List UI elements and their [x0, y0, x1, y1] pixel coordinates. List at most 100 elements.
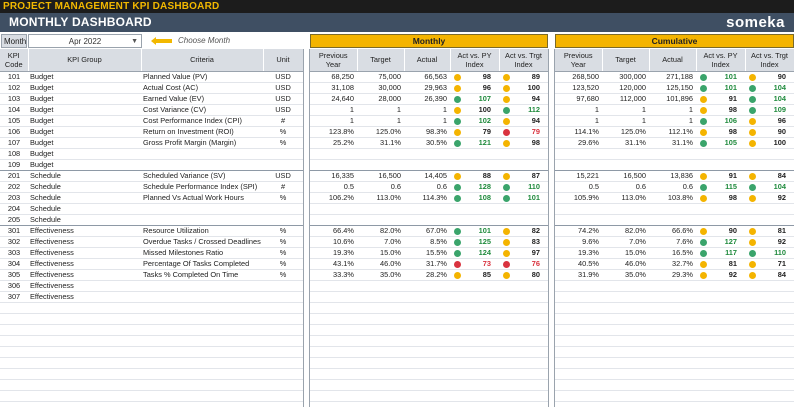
criteria-cell: Resource Utilization [141, 225, 263, 237]
index-value: 96 [482, 82, 491, 92]
table-row: 74.2% 82.0% 66.6% 90 81 [555, 225, 794, 237]
status-dot-icon [749, 260, 756, 268]
value-cell: 105.9% [555, 192, 602, 204]
status-dot-icon [700, 260, 707, 268]
table-row [310, 203, 548, 215]
index-value: 82 [531, 225, 540, 235]
chevron-down-icon[interactable]: ▼ [131, 35, 138, 49]
value-cell [310, 214, 357, 226]
index-cell [499, 280, 548, 292]
value-cell [310, 401, 357, 407]
kpi-code-cell: 303 [0, 247, 28, 259]
value-cell [555, 302, 602, 314]
index-value: 91 [728, 93, 737, 103]
value-cell [649, 291, 696, 303]
value-cell: 268,500 [555, 71, 602, 83]
status-dot-icon [503, 139, 510, 147]
kpi-code-cell [0, 302, 28, 314]
index-cell [696, 214, 745, 226]
index-cell: 79 [499, 126, 548, 138]
table-row: 1 1 1 106 96 [555, 115, 794, 127]
value-cell [404, 401, 450, 407]
criteria-cell [141, 148, 263, 160]
unit-cell [263, 346, 303, 358]
value-cell [357, 357, 404, 369]
value-cell: 43.1% [310, 258, 357, 270]
table-row: 104 Budget Cost Variance (CV) USD [0, 104, 303, 116]
col-c-previous-year: Previous Year [555, 49, 603, 72]
index-value: 106 [724, 115, 737, 125]
status-dot-icon [454, 73, 461, 81]
table-row: 31.9% 35.0% 29.3% 92 84 [555, 269, 794, 281]
status-dot-icon [700, 249, 707, 257]
index-cell [450, 357, 499, 369]
value-cell [649, 302, 696, 314]
kpi-code-cell [0, 390, 28, 402]
criteria-cell: Percentage Of Tasks Completed [141, 258, 263, 270]
index-cell [499, 159, 548, 171]
divider [309, 49, 310, 407]
index-value: 98 [728, 192, 737, 202]
index-cell [745, 357, 794, 369]
value-cell [555, 159, 602, 171]
kpi-code-cell: 109 [0, 159, 28, 171]
criteria-cell [141, 401, 263, 407]
index-cell: 82 [499, 225, 548, 237]
status-dot-icon [700, 73, 707, 81]
index-cell [499, 324, 548, 336]
index-value: 92 [777, 236, 786, 246]
table-row: 0.5 0.6 0.6 128 110 [310, 181, 548, 193]
col-kpi-group: KPI Group [28, 49, 142, 72]
kpi-group-cell [28, 335, 141, 347]
index-value: 101 [724, 71, 737, 81]
kpi-code-cell: 102 [0, 82, 28, 94]
value-cell [404, 335, 450, 347]
table-row: 105 Budget Cost Performance Index (CPI) # [0, 115, 303, 127]
index-value: 98 [531, 137, 540, 147]
index-value: 128 [478, 181, 491, 191]
index-value: 94 [531, 93, 540, 103]
index-cell: 117 [696, 247, 745, 259]
col-kpi-code: KPI Code [0, 49, 29, 72]
criteria-cell [141, 368, 263, 380]
kpi-group-cell: Effectiveness [28, 258, 141, 270]
value-cell [602, 291, 649, 303]
table-row [310, 148, 548, 160]
table-row [310, 401, 548, 407]
value-cell: 14,405 [404, 170, 450, 182]
index-value: 79 [531, 126, 540, 136]
index-cell [745, 401, 794, 407]
index-value: 81 [728, 258, 737, 268]
value-cell: 25.2% [310, 137, 357, 149]
unit-cell: % [263, 225, 303, 237]
table-row: 202 Schedule Schedule Performance Index (S… [0, 181, 303, 193]
value-cell: 0.5 [555, 181, 602, 193]
index-value: 110 [528, 181, 540, 191]
index-cell [696, 401, 745, 407]
value-cell: 125,150 [649, 82, 696, 94]
value-cell [602, 346, 649, 358]
value-cell [357, 280, 404, 292]
value-cell: 1 [310, 104, 357, 116]
month-select[interactable]: Apr 2022 ▼ [28, 34, 142, 48]
kpi-code-cell [0, 401, 28, 407]
status-dot-icon [700, 106, 707, 114]
value-cell [649, 346, 696, 358]
value-cell: 31.9% [555, 269, 602, 281]
status-dot-icon [749, 271, 756, 279]
table-row: 106.2% 113.0% 114.3% 108 101 [310, 192, 548, 204]
value-cell: 28,000 [357, 93, 404, 105]
unit-cell: USD [263, 170, 303, 182]
value-cell: 7.0% [602, 236, 649, 248]
table-row [555, 291, 794, 303]
kpi-code-cell: 104 [0, 104, 28, 116]
window-title: PROJECT MANAGEMENT KPI DASHBOARD [0, 0, 794, 13]
index-cell: 92 [745, 192, 794, 204]
index-cell: 115 [696, 181, 745, 193]
index-cell [696, 148, 745, 160]
value-cell [649, 368, 696, 380]
index-cell [499, 214, 548, 226]
table-row: 307 Effectiveness [0, 291, 303, 303]
index-cell: 90 [696, 225, 745, 237]
month-value: Apr 2022 [68, 37, 102, 46]
